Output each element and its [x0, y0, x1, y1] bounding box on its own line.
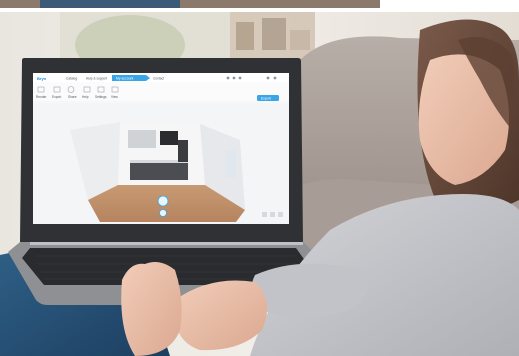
save-icon[interactable] — [238, 76, 242, 80]
user-icon[interactable] — [266, 76, 270, 80]
toolbar-share: Share — [68, 95, 77, 99]
compass-icon[interactable] — [157, 195, 169, 207]
room-window — [226, 150, 236, 178]
primary-button-label: Export — [261, 97, 271, 101]
tab-help[interactable]: Help & support — [86, 77, 107, 81]
toolbar-render: Render — [36, 95, 47, 99]
sleeve — [251, 263, 368, 318]
toolbar-view: View — [111, 95, 119, 99]
zoom-out-icon[interactable] — [262, 212, 267, 217]
orbit-icon[interactable] — [159, 209, 167, 217]
redo-icon[interactable] — [232, 76, 236, 80]
shelf-box — [262, 18, 286, 50]
fullscreen-icon[interactable] — [278, 212, 283, 217]
wall-cabinet — [128, 130, 156, 148]
tab-catalog[interactable]: Catalog — [66, 77, 77, 81]
toolbar-settings: Settings — [95, 95, 107, 99]
shelf-item — [290, 30, 310, 50]
menu-icon[interactable] — [273, 76, 277, 80]
wall-oven — [160, 131, 178, 145]
photo-svg: Bryn Catalog Help & support My account C… — [0, 0, 519, 356]
base-cabinets — [130, 162, 188, 180]
zoom-in-icon[interactable] — [270, 212, 275, 217]
tall-unit — [178, 140, 188, 162]
laptop-hinge — [30, 242, 303, 245]
undo-icon[interactable] — [226, 76, 230, 80]
app-logo: Bryn — [37, 76, 47, 81]
shelf-books — [236, 22, 254, 50]
photo-scene: Bryn Catalog Help & support My account C… — [0, 0, 519, 356]
tab-my-account[interactable]: My account — [116, 77, 133, 81]
toolbar-help: Help — [82, 95, 89, 99]
top-strip-jeans — [40, 0, 180, 8]
app-toolbar — [33, 82, 289, 102]
tab-contact[interactable]: Contact — [153, 77, 164, 81]
toolbar-export: Export — [52, 95, 61, 99]
hand-left — [121, 262, 182, 356]
